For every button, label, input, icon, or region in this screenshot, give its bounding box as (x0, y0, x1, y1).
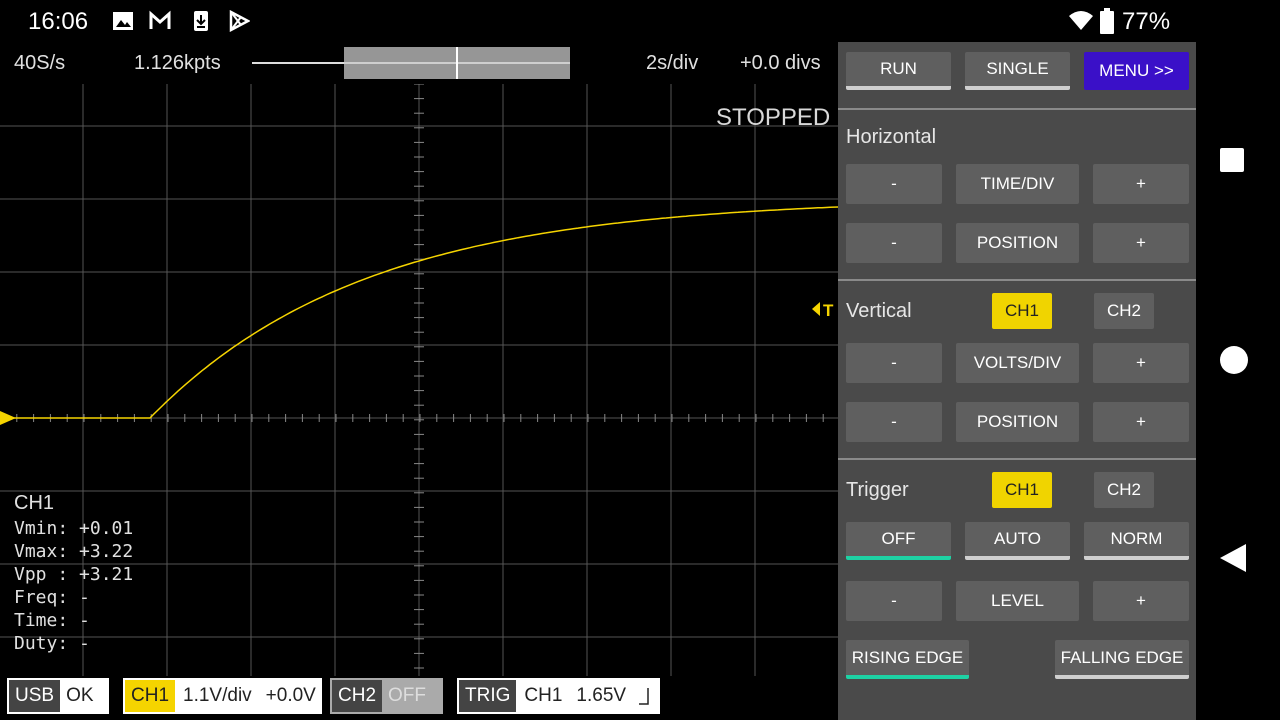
navigation-bar (1196, 0, 1280, 720)
sample-rate: 40S/s (14, 52, 66, 74)
measure-vmax: Vmax: +3.22 (14, 541, 134, 562)
points-count: 1.126kpts (134, 52, 221, 74)
level-button[interactable]: LEVEL (956, 581, 1079, 621)
trigger-title: Trigger (846, 479, 909, 501)
v-position-minus-button[interactable]: - (846, 402, 942, 442)
ch1-offset: +0.0V (265, 685, 316, 706)
measure-time: Time: - (14, 610, 90, 631)
trigger-ch2-button[interactable]: CH2 (1094, 472, 1154, 508)
measure-freq: Freq: - (14, 587, 90, 608)
play-store-icon (229, 10, 250, 32)
vertical-title: Vertical (846, 300, 912, 322)
menu-button[interactable]: MENU >> (1084, 52, 1189, 90)
h-position-minus-button[interactable]: - (846, 223, 942, 263)
record-scrollbar-center (456, 47, 458, 79)
v-position-button[interactable]: POSITION (956, 402, 1079, 442)
run-button[interactable]: RUN (846, 52, 951, 90)
ch1-status-box[interactable]: CH1 1.1V/div +0.0V (123, 678, 322, 714)
status-footer: USB OK CH1 1.1V/div +0.0V CH2 OFF TRIG C… (0, 676, 838, 720)
square-icon[interactable] (1218, 146, 1246, 174)
usb-status-box: USB OK (7, 678, 109, 714)
download-icon (194, 11, 208, 31)
divider (838, 279, 1196, 281)
trig-source: CH1 (524, 685, 563, 706)
gmail-icon (149, 10, 171, 29)
ch2-status: OFF (388, 685, 427, 706)
measure-duty: Duty: - (14, 633, 90, 654)
trig-level: 1.65V (576, 685, 627, 706)
trigger-off-button[interactable]: OFF (846, 522, 951, 560)
clock: 16:06 (28, 8, 89, 35)
back-triangle-icon[interactable] (1218, 542, 1248, 574)
falling-edge-button[interactable]: FALLING EDGE (1055, 640, 1189, 679)
vertical-ch2-button[interactable]: CH2 (1094, 293, 1154, 329)
rising-edge-button[interactable]: RISING EDGE (846, 640, 969, 679)
time-div-minus-button[interactable]: - (846, 164, 942, 204)
time-div-button[interactable]: TIME/DIV (956, 164, 1079, 204)
trig-label: TRIG (459, 680, 517, 712)
ch2-status-box[interactable]: CH2 OFF (330, 678, 443, 714)
trigger-status-box[interactable]: TRIG CH1 1.65V (457, 678, 660, 714)
scope-display[interactable]: 40S/s 1.126kpts 2s/div +0.0 divs T STOPP… (0, 42, 838, 720)
single-button[interactable]: SINGLE (965, 52, 1070, 90)
control-panel: RUN SINGLE MENU >> Horizontal - TIME/DIV… (838, 42, 1196, 720)
vertical-ch1-button[interactable]: CH1 (992, 293, 1052, 329)
acquisition-state: STOPPED (716, 104, 831, 131)
trigger-ch1-button[interactable]: CH1 (992, 472, 1052, 508)
ch1-volts-div: 1.1V/div (183, 685, 252, 706)
h-position-button[interactable]: POSITION (956, 223, 1079, 263)
usb-label: USB (9, 680, 61, 712)
v-position-plus-button[interactable]: + (1093, 402, 1189, 442)
divider (838, 458, 1196, 460)
trigger-level-marker[interactable] (812, 302, 820, 316)
battery-percent: 77% (1122, 8, 1171, 35)
time-div-plus-button[interactable]: + (1093, 164, 1189, 204)
image-icon (113, 12, 133, 30)
ch2-label: CH2 (332, 680, 383, 712)
divider (838, 108, 1196, 110)
trigger-norm-button[interactable]: NORM (1084, 522, 1189, 560)
h-position-plus-button[interactable]: + (1093, 223, 1189, 263)
measure-channel: CH1 (14, 492, 55, 514)
volts-div-minus-button[interactable]: - (846, 343, 942, 383)
horizontal-title: Horizontal (846, 126, 937, 148)
measurements-panel: CH1 Vmin: +0.01 Vmax: +3.22 Vpp : +3.21 … (14, 492, 133, 655)
volts-div-plus-button[interactable]: + (1093, 343, 1189, 383)
volts-div-button[interactable]: VOLTS/DIV (956, 343, 1079, 383)
ch1-label: CH1 (125, 680, 176, 712)
usb-status: OK (66, 685, 94, 706)
level-plus-button[interactable]: + (1093, 581, 1189, 621)
level-minus-button[interactable]: - (846, 581, 942, 621)
trigger-level-label: T (823, 301, 834, 320)
trigger-auto-button[interactable]: AUTO (965, 522, 1070, 560)
ch1-ground-marker[interactable] (0, 411, 16, 425)
horizontal-offset: +0.0 divs (740, 52, 821, 74)
battery-icon (1100, 8, 1114, 34)
scope-top-row: 40S/s 1.126kpts 2s/div +0.0 divs (0, 42, 838, 84)
wifi-icon (1069, 11, 1093, 30)
rising-edge-icon (639, 688, 649, 705)
measure-vmin: Vmin: +0.01 (14, 518, 134, 539)
circle-icon[interactable] (1218, 344, 1250, 376)
status-bar: 16:06 77% (0, 0, 1196, 42)
measure-vpp: Vpp : +3.21 (14, 564, 134, 585)
time-per-div: 2s/div (646, 52, 699, 74)
